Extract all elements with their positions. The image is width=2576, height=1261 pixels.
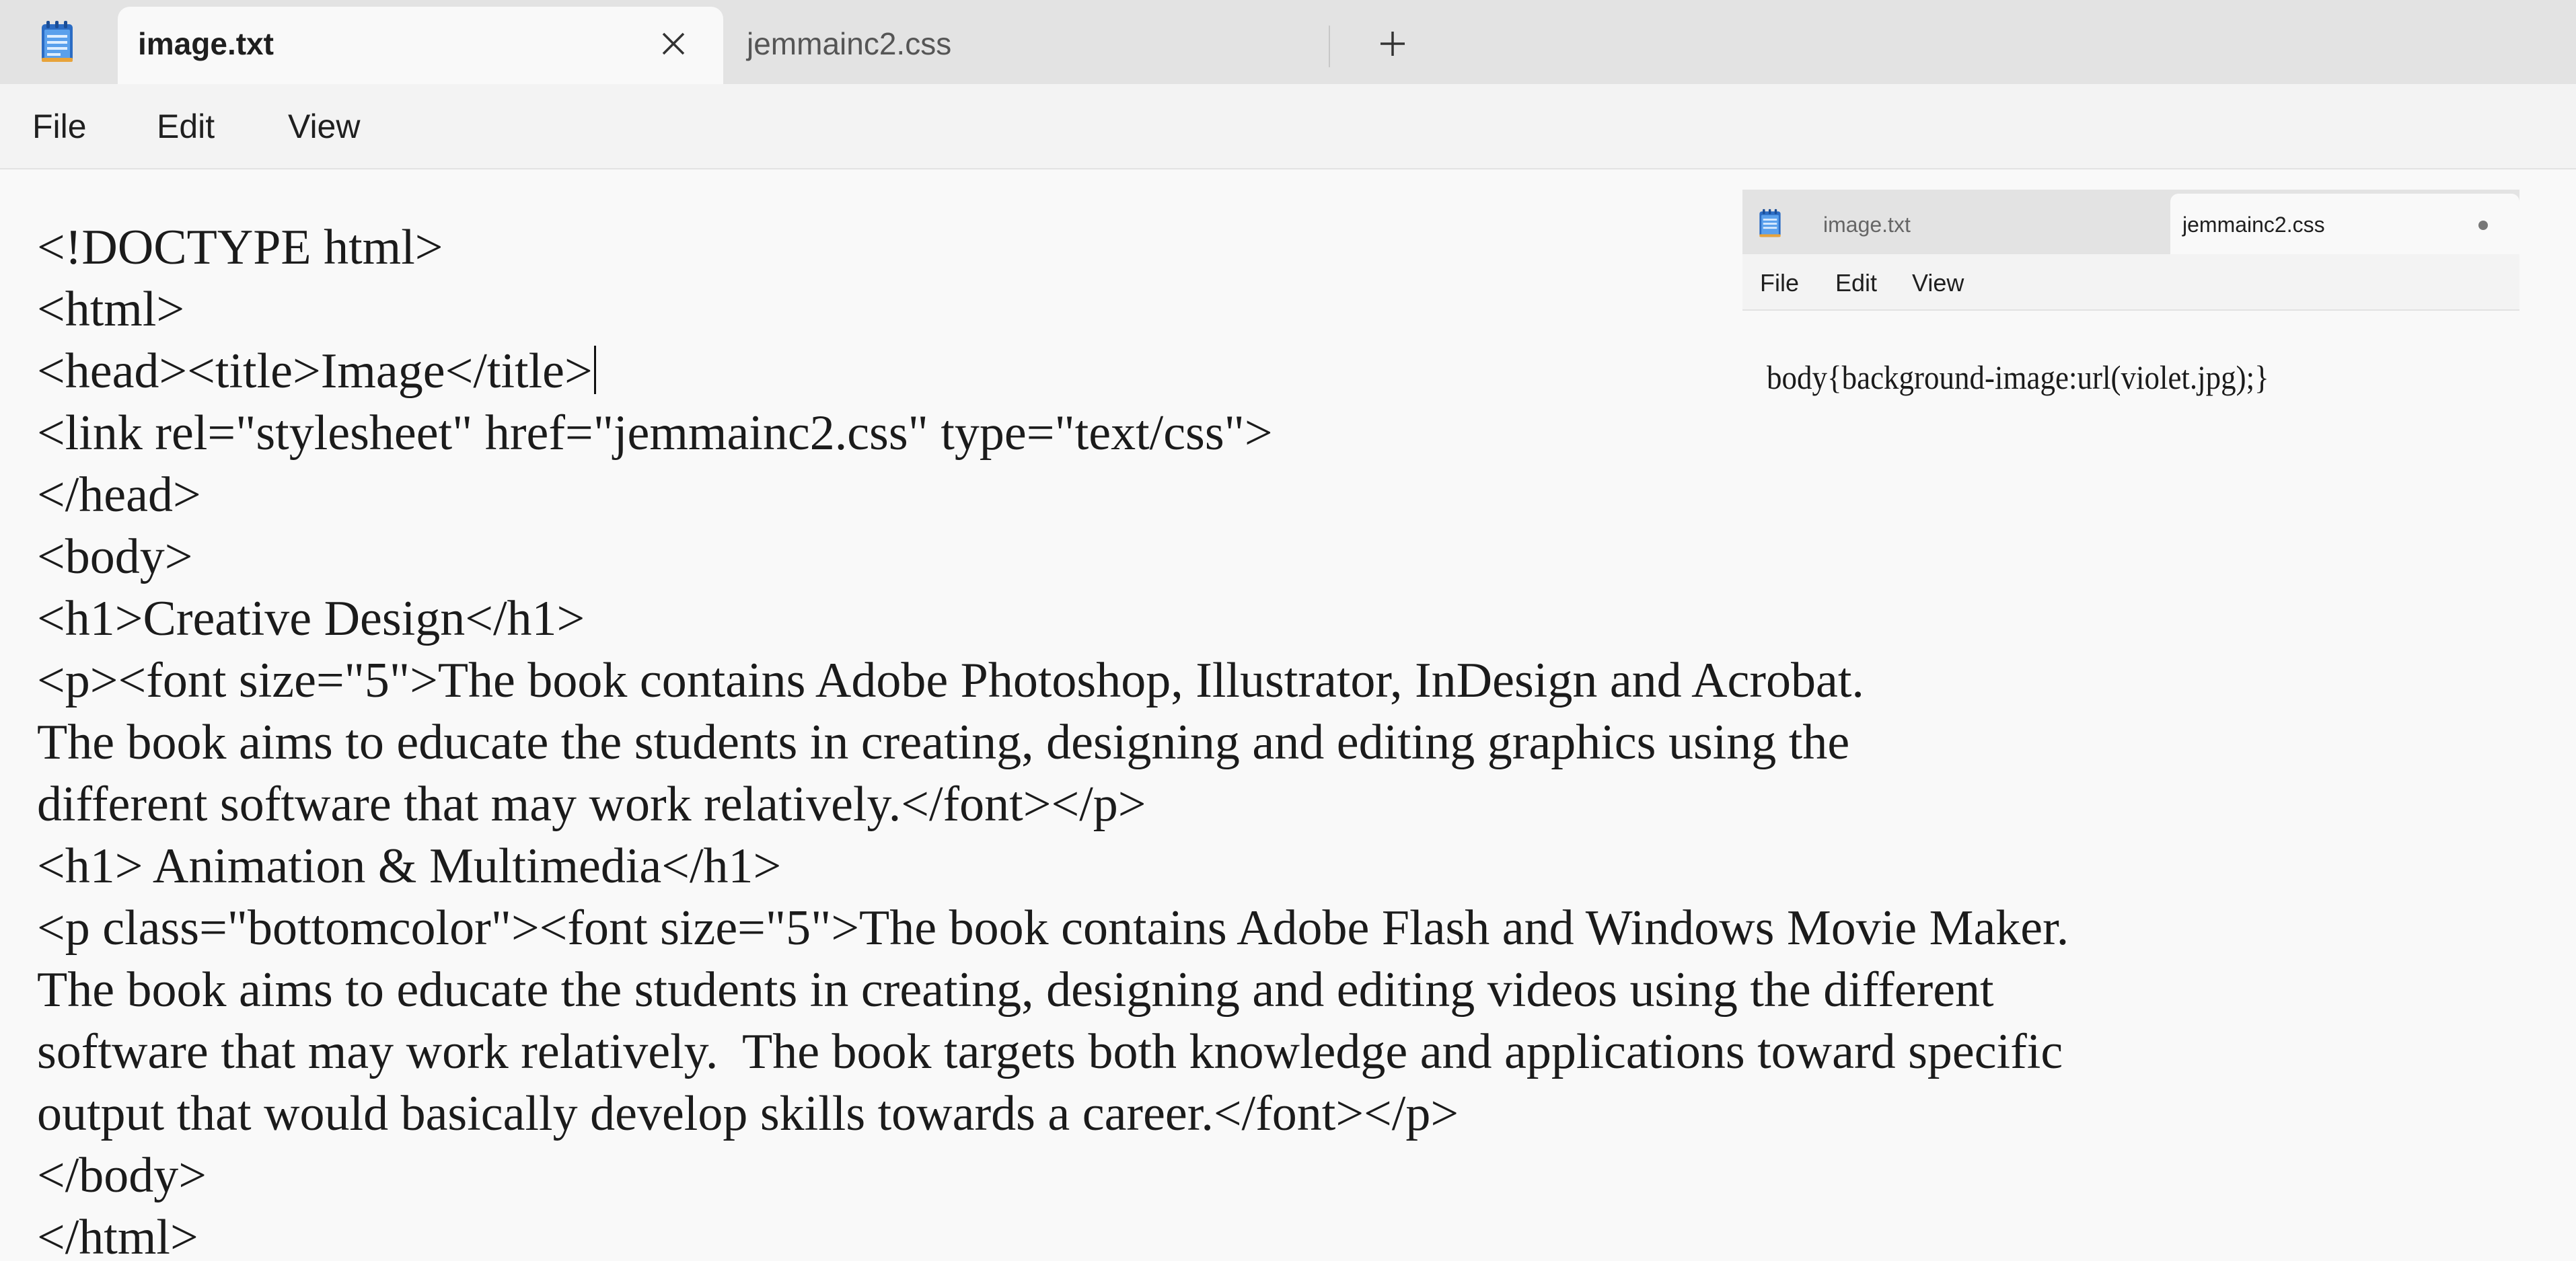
menu-file[interactable]: File xyxy=(32,107,87,146)
notepad-app-icon xyxy=(42,21,73,62)
code-line: <link rel="stylesheet" href="jemmainc2.c… xyxy=(37,406,1273,461)
unsaved-dot-icon xyxy=(2478,221,2488,230)
code-line: <h1> Animation & Multimedia</h1> xyxy=(37,839,782,894)
code-line: software that may work relatively. The b… xyxy=(37,1024,2063,1079)
tab-bar: image.txt jemmainc2.css xyxy=(0,0,2576,84)
inset-code-line: body{background-image:url(violet.jpg);} xyxy=(1767,358,2269,396)
code-line: different software that may work relativ… xyxy=(37,777,1146,832)
embedded-screenshot: image.txt jemmainc2.css File Edit View b… xyxy=(1742,190,2519,462)
text-caret xyxy=(593,346,596,394)
code-line: <body> xyxy=(37,529,193,584)
close-tab-button[interactable] xyxy=(653,23,694,65)
tab-image-txt[interactable]: image.txt xyxy=(118,7,723,84)
menu-view[interactable]: View xyxy=(288,107,360,146)
tab-jemmainc2-css[interactable]: jemmainc2.css xyxy=(727,7,1332,84)
menu-bar: File Edit View xyxy=(0,84,2576,169)
code-line-text: <head><title>Image</title> xyxy=(37,344,593,399)
code-line: output that would basically develop skil… xyxy=(37,1086,1459,1141)
code-line: </html> xyxy=(37,1210,198,1261)
code-line: <p class="bottomcolor"><font size="5">Th… xyxy=(37,901,2069,956)
tab-divider xyxy=(1329,26,1330,67)
code-line: <h1>Creative Design</h1> xyxy=(37,591,585,646)
inset-tab-jemmainc2-css: jemmainc2.css xyxy=(2170,194,2519,254)
inset-menu-bar: File Edit View xyxy=(1742,254,2519,311)
inset-menu-file: File xyxy=(1760,269,1800,297)
code-line: The book aims to educate the students in… xyxy=(37,962,1994,1018)
code-line: <html> xyxy=(37,282,185,337)
menu-edit[interactable]: Edit xyxy=(157,107,215,146)
code-line: The book aims to educate the students in… xyxy=(37,715,1850,770)
inset-tab-bar: image.txt jemmainc2.css xyxy=(1742,190,2519,254)
inset-menu-edit: Edit xyxy=(1835,269,1878,297)
notepad-window: image.txt jemmainc2.css File Edit View <… xyxy=(0,0,2576,1261)
tab-label: image.txt xyxy=(138,26,274,61)
notepad-app-icon xyxy=(1759,208,1781,237)
code-line: <!DOCTYPE html> xyxy=(37,220,443,275)
tab-label: jemmainc2.css xyxy=(747,26,952,61)
new-tab-button[interactable] xyxy=(1369,20,1416,67)
close-icon xyxy=(662,32,685,55)
inset-tab-label: jemmainc2.css xyxy=(2182,213,2325,237)
inset-tab-image-txt: image.txt xyxy=(1823,213,1911,237)
code-line: </body> xyxy=(37,1148,207,1203)
plus-icon xyxy=(1381,32,1405,56)
code-line: </head> xyxy=(37,467,201,523)
code-line-with-caret: <head><title>Image</title> xyxy=(37,340,596,402)
code-line: <p><font size="5">The book contains Adob… xyxy=(37,653,1864,708)
inset-menu-view: View xyxy=(1912,269,1964,297)
